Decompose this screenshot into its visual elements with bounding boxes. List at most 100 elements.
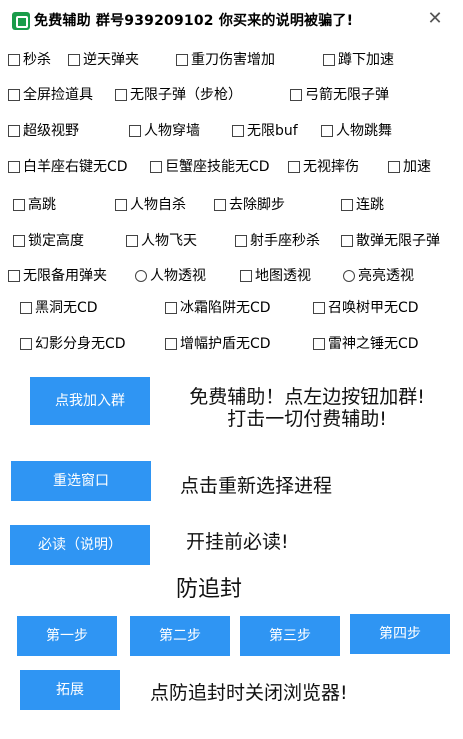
radio-circle[interactable] (343, 270, 355, 282)
step-1-button[interactable]: 第一步 (17, 616, 117, 656)
checkbox-option-11[interactable]: 人物跳舞 (321, 121, 392, 141)
step-4-button[interactable]: 第四步 (350, 614, 450, 654)
checkbox-box[interactable] (165, 302, 177, 314)
option-label: 地图透视 (255, 268, 311, 284)
checkbox-box[interactable] (8, 161, 20, 173)
option-label: 人物穿墙 (144, 123, 200, 139)
option-label: 无限子弹（步枪） (130, 87, 242, 103)
must-read-hint: 开挂前必读! (186, 531, 289, 553)
checkbox-box[interactable] (232, 125, 244, 137)
checkbox-option-5[interactable]: 全屏捡道具 (8, 85, 93, 105)
option-label: 锁定高度 (28, 233, 84, 249)
checkbox-box[interactable] (115, 199, 127, 211)
option-label: 雷神之锤无CD (328, 336, 419, 352)
checkbox-box[interactable] (288, 161, 300, 173)
checkbox-box[interactable] (13, 235, 25, 247)
checkbox-box[interactable] (68, 54, 80, 66)
checkbox-box[interactable] (388, 161, 400, 173)
checkbox-option-9[interactable]: 人物穿墙 (129, 121, 200, 141)
option-label: 去除脚步 (229, 197, 285, 213)
checkbox-box[interactable] (165, 338, 177, 350)
checkbox-box[interactable] (313, 302, 325, 314)
checkbox-option-6[interactable]: 无限子弹（步枪） (115, 85, 242, 105)
checkbox-box[interactable] (341, 199, 353, 211)
must-read-button[interactable]: 必读（说明） (10, 525, 150, 565)
join-group-line2: 打击一切付费辅助! (227, 408, 387, 430)
checkbox-box[interactable] (115, 89, 127, 101)
radio-option-27[interactable]: 亮亮透视 (343, 266, 414, 286)
option-label: 幻影分身无CD (35, 336, 126, 352)
checkbox-option-14[interactable]: 无视摔伤 (288, 157, 359, 177)
checkbox-box[interactable] (20, 338, 32, 350)
reselect-hint: 点击重新选择进程 (180, 475, 333, 497)
checkbox-option-29[interactable]: 冰霜陷阱无CD (165, 298, 271, 318)
checkbox-box[interactable] (8, 270, 20, 282)
join-group-line1: 免费辅助！点左边按钮加群! (189, 386, 425, 408)
step-2-button[interactable]: 第二步 (130, 616, 230, 656)
option-label: 亮亮透视 (358, 268, 414, 284)
reselect-window-button[interactable]: 重选窗口 (11, 461, 151, 501)
join-group-text: 免费辅助！点左边按钮加群! 打击一切付费辅助! (172, 386, 442, 430)
checkbox-box[interactable] (214, 199, 226, 211)
option-label: 连跳 (356, 197, 384, 213)
checkbox-box[interactable] (8, 89, 20, 101)
radio-option-25[interactable]: 人物透视 (135, 266, 206, 286)
radio-circle[interactable] (135, 270, 147, 282)
checkbox-box[interactable] (8, 125, 20, 137)
option-label: 高跳 (28, 197, 56, 213)
checkbox-option-1[interactable]: 秒杀 (8, 50, 51, 70)
checkbox-option-2[interactable]: 逆天弹夹 (68, 50, 139, 70)
checkbox-option-15[interactable]: 加速 (388, 157, 431, 177)
option-label: 人物自杀 (130, 197, 186, 213)
checkbox-option-8[interactable]: 超级视野 (8, 121, 79, 141)
checkbox-box[interactable] (290, 89, 302, 101)
close-button[interactable]: ✕ (424, 7, 446, 31)
checkbox-option-18[interactable]: 去除脚步 (214, 195, 285, 215)
checkbox-option-20[interactable]: 锁定高度 (13, 231, 84, 251)
option-label: 增幅护盾无CD (180, 336, 271, 352)
checkbox-box[interactable] (321, 125, 333, 137)
checkbox-option-17[interactable]: 人物自杀 (115, 195, 186, 215)
checkbox-option-16[interactable]: 高跳 (13, 195, 56, 215)
checkbox-box[interactable] (235, 235, 247, 247)
checkbox-box[interactable] (323, 54, 335, 66)
checkbox-box[interactable] (176, 54, 188, 66)
checkbox-option-33[interactable]: 雷神之锤无CD (313, 334, 419, 354)
option-label: 人物跳舞 (336, 123, 392, 139)
checkbox-box[interactable] (129, 125, 141, 137)
checkbox-option-7[interactable]: 弓箭无限子弹 (290, 85, 389, 105)
checkbox-option-19[interactable]: 连跳 (341, 195, 384, 215)
checkbox-box[interactable] (240, 270, 252, 282)
option-label: 射手座秒杀 (250, 233, 320, 249)
checkbox-box[interactable] (8, 54, 20, 66)
checkbox-box[interactable] (341, 235, 353, 247)
checkbox-option-26[interactable]: 地图透视 (240, 266, 311, 286)
checkbox-box[interactable] (20, 302, 32, 314)
checkbox-option-3[interactable]: 重刀伤害增加 (176, 50, 275, 70)
app-icon (12, 12, 30, 30)
title-bar: 免费辅助 群号939209102 你买来的说明被骗了! ✕ (0, 0, 463, 40)
step-3-button[interactable]: 第三步 (240, 616, 340, 656)
checkbox-option-4[interactable]: 蹲下加速 (323, 50, 394, 70)
checkbox-box[interactable] (126, 235, 138, 247)
checkbox-option-23[interactable]: 散弹无限子弹 (341, 231, 440, 251)
checkbox-box[interactable] (150, 161, 162, 173)
option-label: 逆天弹夹 (83, 52, 139, 68)
checkbox-option-30[interactable]: 召唤树甲无CD (313, 298, 419, 318)
option-label: 冰霜陷阱无CD (180, 300, 271, 316)
checkbox-option-12[interactable]: 白羊座右键无CD (8, 157, 128, 177)
checkbox-option-32[interactable]: 增幅护盾无CD (165, 334, 271, 354)
checkbox-option-21[interactable]: 人物飞天 (126, 231, 197, 251)
extend-button[interactable]: 拓展 (20, 670, 120, 710)
join-group-button[interactable]: 点我加入群 (30, 377, 150, 425)
checkbox-box[interactable] (13, 199, 25, 211)
anti-ban-title: 防追封 (176, 577, 243, 602)
checkbox-option-24[interactable]: 无限备用弹夹 (8, 266, 107, 286)
option-label: 巨蟹座技能无CD (165, 159, 270, 175)
checkbox-option-22[interactable]: 射手座秒杀 (235, 231, 320, 251)
checkbox-option-31[interactable]: 幻影分身无CD (20, 334, 126, 354)
checkbox-option-13[interactable]: 巨蟹座技能无CD (150, 157, 270, 177)
checkbox-box[interactable] (313, 338, 325, 350)
checkbox-option-28[interactable]: 黑洞无CD (20, 298, 98, 318)
checkbox-option-10[interactable]: 无限buf (232, 121, 298, 141)
